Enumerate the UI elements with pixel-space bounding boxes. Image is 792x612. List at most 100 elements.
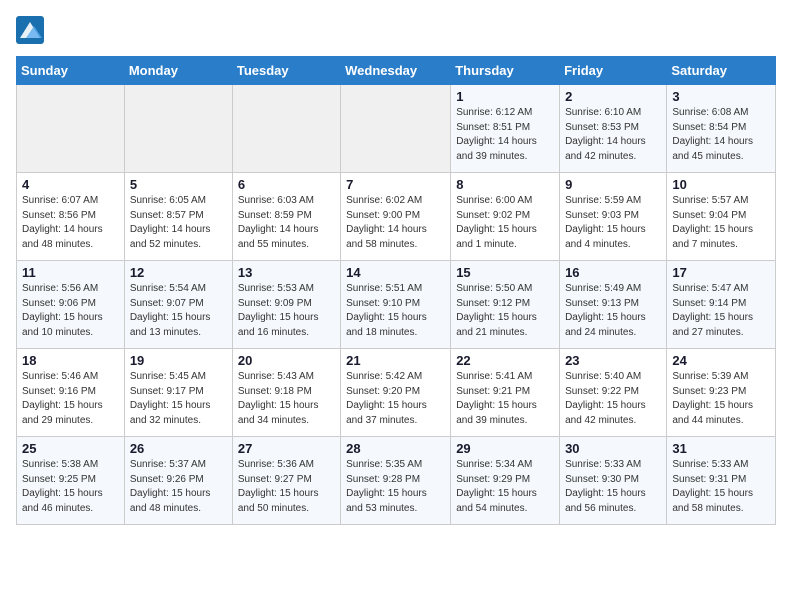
day-info: Sunrise: 5:39 AM Sunset: 9:23 PM Dayligh… — [672, 370, 770, 428]
calendar-cell: 29 Sunrise: 5:34 AM Sunset: 9:29 PM Dayli… — [451, 437, 560, 525]
day-info: Sunrise: 5:36 AM Sunset: 9:27 PM Dayligh… — [238, 458, 335, 516]
day-info: Sunrise: 5:47 AM Sunset: 9:14 PM Dayligh… — [672, 282, 770, 340]
logo — [16, 16, 48, 44]
calendar-cell: 7 Sunrise: 6:02 AM Sunset: 9:00 PM Daylig… — [341, 173, 451, 261]
day-info: Sunrise: 5:34 AM Sunset: 9:29 PM Dayligh… — [456, 458, 554, 516]
day-number: 13 — [238, 265, 335, 280]
day-number: 25 — [22, 441, 119, 456]
calendar-cell: 23Sunrise: 5:40 AM Sunset: 9:22 PM Dayli… — [560, 349, 667, 437]
day-info: Sunrise: 5:49 AM Sunset: 9:13 PM Dayligh… — [565, 282, 661, 340]
day-number: 31 — [672, 441, 770, 456]
calendar-cell: 19 Sunrise: 5:45 AM Sunset: 9:17 PM Dayli… — [124, 349, 232, 437]
day-number: 4 — [22, 177, 119, 192]
calendar-cell — [124, 85, 232, 173]
day-number: 10 — [672, 177, 770, 192]
days-of-week-row: SundayMondayTuesdayWednesdayThursdayFrid… — [17, 57, 776, 85]
calendar-cell: 24 Sunrise: 5:39 AM Sunset: 9:23 PM Dayli… — [667, 349, 776, 437]
calendar-cell: 28Sunrise: 5:35 AM Sunset: 9:28 PM Dayli… — [341, 437, 451, 525]
calendar-cell: 17 Sunrise: 5:47 AM Sunset: 9:14 PM Dayli… — [667, 261, 776, 349]
day-number: 2 — [565, 89, 661, 104]
day-of-week-header: Saturday — [667, 57, 776, 85]
calendar-cell: 9Sunrise: 5:59 AM Sunset: 9:03 PM Daylig… — [560, 173, 667, 261]
day-info: Sunrise: 5:51 AM Sunset: 9:10 PM Dayligh… — [346, 282, 445, 340]
day-info: Sunrise: 5:41 AM Sunset: 9:21 PM Dayligh… — [456, 370, 554, 428]
day-of-week-header: Monday — [124, 57, 232, 85]
day-number: 1 — [456, 89, 554, 104]
day-info: Sunrise: 6:05 AM Sunset: 8:57 PM Dayligh… — [130, 194, 227, 252]
day-info: Sunrise: 6:08 AM Sunset: 8:54 PM Dayligh… — [672, 106, 770, 164]
calendar-cell: 20 Sunrise: 5:43 AM Sunset: 9:18 PM Dayli… — [232, 349, 340, 437]
day-number: 3 — [672, 89, 770, 104]
calendar-week-row: 18 Sunrise: 5:46 AM Sunset: 9:16 PM Dayli… — [17, 349, 776, 437]
day-number: 18 — [22, 353, 119, 368]
day-of-week-header: Tuesday — [232, 57, 340, 85]
calendar-cell: 30 Sunrise: 5:33 AM Sunset: 9:30 PM Dayli… — [560, 437, 667, 525]
day-info: Sunrise: 5:38 AM Sunset: 9:25 PM Dayligh… — [22, 458, 119, 516]
calendar-cell: 18 Sunrise: 5:46 AM Sunset: 9:16 PM Dayli… — [17, 349, 125, 437]
calendar-cell — [341, 85, 451, 173]
day-info: Sunrise: 5:33 AM Sunset: 9:30 PM Dayligh… — [565, 458, 661, 516]
day-of-week-header: Thursday — [451, 57, 560, 85]
calendar-cell: 12 Sunrise: 5:54 AM Sunset: 9:07 PM Dayli… — [124, 261, 232, 349]
calendar-week-row: 25 Sunrise: 5:38 AM Sunset: 9:25 PM Dayli… — [17, 437, 776, 525]
day-info: Sunrise: 5:40 AM Sunset: 9:22 PM Dayligh… — [565, 370, 661, 428]
day-number: 21 — [346, 353, 445, 368]
calendar-cell: 8Sunrise: 6:00 AM Sunset: 9:02 PM Daylig… — [451, 173, 560, 261]
day-number: 28 — [346, 441, 445, 456]
day-info: Sunrise: 6:10 AM Sunset: 8:53 PM Dayligh… — [565, 106, 661, 164]
calendar-cell: 15 Sunrise: 5:50 AM Sunset: 9:12 PM Dayli… — [451, 261, 560, 349]
calendar-cell: 4 Sunrise: 6:07 AM Sunset: 8:56 PM Daylig… — [17, 173, 125, 261]
day-info: Sunrise: 5:46 AM Sunset: 9:16 PM Dayligh… — [22, 370, 119, 428]
day-info: Sunrise: 5:56 AM Sunset: 9:06 PM Dayligh… — [22, 282, 119, 340]
day-number: 22 — [456, 353, 554, 368]
day-number: 24 — [672, 353, 770, 368]
day-number: 17 — [672, 265, 770, 280]
day-info: Sunrise: 6:07 AM Sunset: 8:56 PM Dayligh… — [22, 194, 119, 252]
calendar-cell: 5 Sunrise: 6:05 AM Sunset: 8:57 PM Daylig… — [124, 173, 232, 261]
day-of-week-header: Sunday — [17, 57, 125, 85]
day-info: Sunrise: 6:03 AM Sunset: 8:59 PM Dayligh… — [238, 194, 335, 252]
day-number: 16 — [565, 265, 661, 280]
calendar-cell: 6Sunrise: 6:03 AM Sunset: 8:59 PM Daylig… — [232, 173, 340, 261]
day-info: Sunrise: 5:43 AM Sunset: 9:18 PM Dayligh… — [238, 370, 335, 428]
day-number: 8 — [456, 177, 554, 192]
day-number: 20 — [238, 353, 335, 368]
day-number: 15 — [456, 265, 554, 280]
day-info: Sunrise: 5:45 AM Sunset: 9:17 PM Dayligh… — [130, 370, 227, 428]
day-number: 7 — [346, 177, 445, 192]
calendar-week-row: 4 Sunrise: 6:07 AM Sunset: 8:56 PM Daylig… — [17, 173, 776, 261]
day-info: Sunrise: 5:33 AM Sunset: 9:31 PM Dayligh… — [672, 458, 770, 516]
calendar-cell: 2 Sunrise: 6:10 AM Sunset: 8:53 PM Daylig… — [560, 85, 667, 173]
page-header — [16, 16, 776, 44]
day-number: 9 — [565, 177, 661, 192]
day-info: Sunrise: 5:37 AM Sunset: 9:26 PM Dayligh… — [130, 458, 227, 516]
day-number: 12 — [130, 265, 227, 280]
calendar-table: SundayMondayTuesdayWednesdayThursdayFrid… — [16, 56, 776, 525]
calendar-cell: 13 Sunrise: 5:53 AM Sunset: 9:09 PM Dayli… — [232, 261, 340, 349]
calendar-cell: 31 Sunrise: 5:33 AM Sunset: 9:31 PM Dayli… — [667, 437, 776, 525]
calendar-cell: 1 Sunrise: 6:12 AM Sunset: 8:51 PM Daylig… — [451, 85, 560, 173]
day-info: Sunrise: 5:57 AM Sunset: 9:04 PM Dayligh… — [672, 194, 770, 252]
calendar-cell: 26 Sunrise: 5:37 AM Sunset: 9:26 PM Dayli… — [124, 437, 232, 525]
day-info: Sunrise: 5:54 AM Sunset: 9:07 PM Dayligh… — [130, 282, 227, 340]
day-info: Sunrise: 5:53 AM Sunset: 9:09 PM Dayligh… — [238, 282, 335, 340]
day-number: 19 — [130, 353, 227, 368]
calendar-week-row: 1 Sunrise: 6:12 AM Sunset: 8:51 PM Daylig… — [17, 85, 776, 173]
day-number: 29 — [456, 441, 554, 456]
day-number: 14 — [346, 265, 445, 280]
logo-icon — [16, 16, 44, 44]
calendar-cell: 27Sunrise: 5:36 AM Sunset: 9:27 PM Dayli… — [232, 437, 340, 525]
day-info: Sunrise: 5:50 AM Sunset: 9:12 PM Dayligh… — [456, 282, 554, 340]
day-info: Sunrise: 6:02 AM Sunset: 9:00 PM Dayligh… — [346, 194, 445, 252]
calendar-week-row: 11Sunrise: 5:56 AM Sunset: 9:06 PM Dayli… — [17, 261, 776, 349]
calendar-cell: 16 Sunrise: 5:49 AM Sunset: 9:13 PM Dayli… — [560, 261, 667, 349]
calendar-cell: 3 Sunrise: 6:08 AM Sunset: 8:54 PM Daylig… — [667, 85, 776, 173]
day-number: 26 — [130, 441, 227, 456]
day-number: 30 — [565, 441, 661, 456]
day-number: 5 — [130, 177, 227, 192]
day-of-week-header: Friday — [560, 57, 667, 85]
day-info: Sunrise: 6:12 AM Sunset: 8:51 PM Dayligh… — [456, 106, 554, 164]
day-of-week-header: Wednesday — [341, 57, 451, 85]
calendar-cell: 21 Sunrise: 5:42 AM Sunset: 9:20 PM Dayli… — [341, 349, 451, 437]
day-info: Sunrise: 5:42 AM Sunset: 9:20 PM Dayligh… — [346, 370, 445, 428]
